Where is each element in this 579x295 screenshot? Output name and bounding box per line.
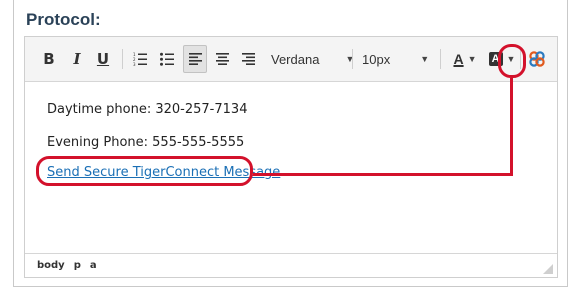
daytime-phone-text: Daytime phone: 320-257-7134 (47, 102, 248, 117)
tigerconnect-button[interactable] (525, 45, 549, 73)
section-label: Protocol: (26, 10, 101, 29)
font-size-value: 10px (362, 51, 391, 67)
italic-button[interactable]: I (67, 45, 87, 73)
numbered-list-icon: 1 2 3 (133, 52, 147, 66)
bullet-list-button[interactable] (155, 45, 179, 73)
icon-highlight-ring (498, 44, 526, 78)
align-left-icon (188, 53, 202, 65)
align-center-icon (215, 53, 229, 65)
chevron-down-icon: ▼ (420, 54, 430, 64)
tigerconnect-icon (529, 51, 545, 67)
toolbar-divider (352, 49, 353, 69)
path-item-a[interactable]: a (90, 260, 97, 271)
font-color-button[interactable]: A ▼ (448, 45, 482, 73)
link-highlight-ring (36, 156, 253, 186)
chevron-down-icon: ▼ (345, 54, 355, 64)
resize-handle-icon[interactable] (543, 264, 553, 274)
align-right-icon (241, 53, 255, 65)
editor-toolbar: B I U 1 2 3 Verdana ▼ 10px ▼ A ▼ A ▼ (25, 37, 557, 82)
align-center-button[interactable] (211, 45, 233, 73)
align-right-button[interactable] (237, 45, 259, 73)
align-left-button[interactable] (183, 45, 207, 73)
evening-phone-text: Evening Phone: 555-555-5555 (47, 135, 245, 150)
chevron-down-icon: ▼ (467, 54, 477, 64)
callout-connector-horizontal (253, 173, 513, 176)
font-family-select[interactable]: Verdana ▼ (271, 45, 355, 73)
path-item-body[interactable]: body (37, 260, 65, 271)
font-color-letter: A (453, 51, 464, 67)
callout-connector-vertical (510, 78, 513, 176)
font-size-select[interactable]: 10px ▼ (362, 45, 440, 73)
path-item-p[interactable]: p (74, 260, 81, 271)
bold-button[interactable]: B (39, 45, 59, 73)
protocol-panel: Protocol: B I U 1 2 3 Verdana ▼ 10px ▼ A… (13, 0, 568, 287)
toolbar-divider (122, 49, 123, 69)
underline-button[interactable]: U (93, 45, 113, 73)
bullet-list-icon (160, 52, 174, 66)
editor-statusbar: body p a (25, 253, 557, 277)
svg-text:3: 3 (133, 62, 136, 66)
font-family-value: Verdana (271, 51, 320, 67)
numbered-list-button[interactable]: 1 2 3 (129, 45, 151, 73)
toolbar-divider (440, 49, 441, 69)
